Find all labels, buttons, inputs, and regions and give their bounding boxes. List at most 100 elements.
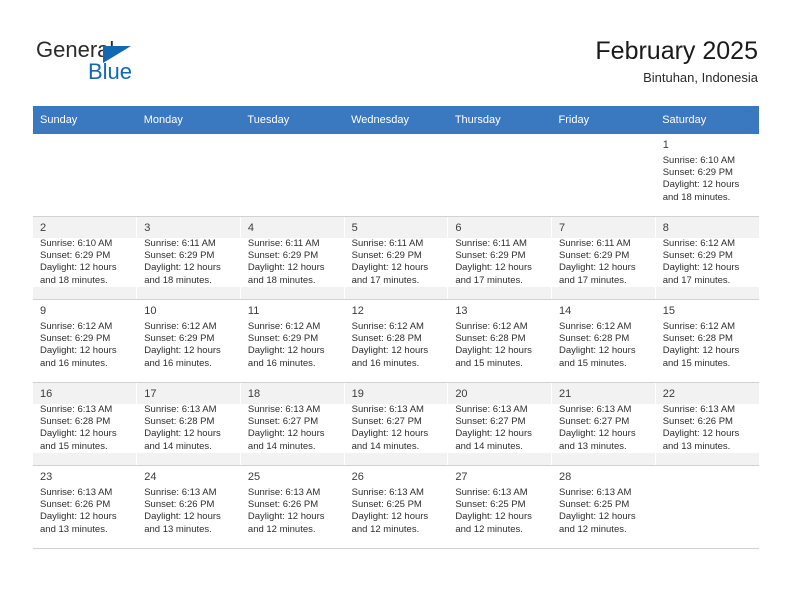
calendar-day-cell[interactable]: 14 Sunrise: 6:12 AM Sunset: 6:28 PM Dayligh… [551,299,656,383]
calendar-day-cell[interactable]: 11 Sunrise: 6:12 AM Sunset: 6:29 PM Dayligh… [240,299,345,383]
daylight-text-cont: and 13 minutes. [559,440,627,452]
sunrise-text: Sunrise: 6:10 AM [662,155,736,166]
daylight-text: Daylight: 12 hours [455,511,532,523]
weekday-header-thursday: Thursday [447,106,552,134]
calendar-day-cell[interactable]: 2 Sunrise: 6:10 AM Sunset: 6:29 PM Daylight… [33,216,138,300]
day-details: Sunrise: 6:13 AM Sunset: 6:28 PM Daylight:… [33,404,137,453]
calendar-day-cell[interactable]: 20 Sunrise: 6:13 AM Sunset: 6:27 PM Dayligh… [447,382,553,466]
sunrise-text: Sunrise: 6:12 AM [40,321,113,332]
page-header: General Blue February 2025 Bintuhan, Ind… [0,0,792,106]
calendar-day-cell[interactable]: 19 Sunrise: 6:13 AM Sunset: 6:27 PM Dayligh… [344,382,449,466]
calendar-week-row: 2 Sunrise: 6:10 AM Sunset: 6:29 PM Daylight… [33,216,759,300]
day-number: 20 [455,388,468,400]
day-details: Sunrise: 6:10 AM Sunset: 6:29 PM Daylight:… [655,155,759,204]
page-subtitle: Bintuhan, Indonesia [643,70,758,85]
sunset-text: Sunset: 6:27 PM [455,416,526,428]
sunset-text: Sunset: 6:26 PM [40,499,111,511]
weekday-header-saturday: Saturday [655,106,759,134]
sunrise-text: Sunrise: 6:10 AM [40,238,113,249]
daylight-text-cont: and 15 minutes. [40,440,108,452]
calendar-day-cell[interactable]: 27 Sunrise: 6:13 AM Sunset: 6:25 PM Dayligh… [447,465,553,549]
daylight-text: Daylight: 12 hours [144,262,221,274]
calendar-day-cell[interactable]: 7 Sunrise: 6:11 AM Sunset: 6:29 PM Daylight… [551,216,656,300]
sunset-text: Sunset: 6:27 PM [351,416,422,428]
sunrise-text: Sunrise: 6:12 AM [455,321,528,332]
daylight-text: Daylight: 12 hours [455,262,532,274]
sunset-text: Sunset: 6:29 PM [559,250,630,262]
daylight-text-cont: and 12 minutes. [351,523,420,535]
calendar-table: Sunday Monday Tuesday Wednesday Thursday Frid… [33,106,759,549]
day-cell-inner: 11 Sunrise: 6:12 AM Sunset: 6:29 PM Dayligh… [240,300,344,382]
general-blue-logo[interactable]: General Blue [36,38,236,86]
day-cell-inner: 18 Sunrise: 6:13 AM Sunset: 6:27 PM Dayligh… [240,383,344,465]
daylight-text-cont: and 14 minutes. [351,440,420,452]
sunrise-text: Sunrise: 6:13 AM [455,487,528,498]
day-number: 15 [662,305,675,317]
day-details: Sunrise: 6:13 AM Sunset: 6:25 PM Daylight:… [344,487,448,536]
calendar-day-cell[interactable]: 8 Sunrise: 6:12 AM Sunset: 6:29 PM Daylight… [655,216,759,300]
day-details: Sunrise: 6:11 AM Sunset: 6:29 PM Daylight:… [552,238,655,287]
calendar-day-cell[interactable]: 17 Sunrise: 6:13 AM Sunset: 6:28 PM Dayligh… [136,382,241,466]
calendar-day-cell[interactable]: 9 Sunrise: 6:12 AM Sunset: 6:29 PM Daylight… [33,299,138,383]
day-details: Sunrise: 6:13 AM Sunset: 6:27 PM Daylight:… [448,404,552,453]
daylight-text-cont: and 16 minutes. [40,357,108,369]
calendar-day-cell[interactable]: 23 Sunrise: 6:13 AM Sunset: 6:26 PM Dayligh… [33,465,138,549]
calendar-day-cell[interactable]: 18 Sunrise: 6:13 AM Sunset: 6:27 PM Dayligh… [240,382,345,466]
calendar-cell-empty [240,134,345,217]
day-details: Sunrise: 6:13 AM Sunset: 6:27 PM Daylight:… [552,404,655,453]
day-cell-inner: 4 Sunrise: 6:11 AM Sunset: 6:29 PM Daylight… [240,217,344,299]
calendar-day-cell[interactable]: 15 Sunrise: 6:12 AM Sunset: 6:28 PM Dayligh… [655,299,759,383]
sunset-text: Sunset: 6:27 PM [247,416,319,428]
day-details: Sunrise: 6:12 AM Sunset: 6:28 PM Daylight:… [344,321,448,370]
day-number: 27 [455,471,468,483]
day-details: Sunrise: 6:12 AM Sunset: 6:29 PM Daylight:… [137,321,240,370]
calendar-day-cell[interactable]: 16 Sunrise: 6:13 AM Sunset: 6:28 PM Dayligh… [33,382,138,466]
calendar-day-cell[interactable]: 3 Sunrise: 6:11 AM Sunset: 6:29 PM Daylight… [136,216,241,300]
daylight-text: Daylight: 12 hours [247,345,325,357]
day-details: Sunrise: 6:13 AM Sunset: 6:25 PM Daylight:… [448,487,552,536]
daylight-text-cont: and 12 minutes. [559,523,627,535]
daylight-text: Daylight: 12 hours [247,428,325,440]
day-cell-inner: 17 Sunrise: 6:13 AM Sunset: 6:28 PM Dayligh… [137,383,240,465]
day-cell-inner: 27 Sunrise: 6:13 AM Sunset: 6:25 PM Dayligh… [448,466,552,548]
calendar-day-cell[interactable]: 22 Sunrise: 6:13 AM Sunset: 6:26 PM Dayligh… [655,382,759,466]
calendar-body: 1 Sunrise: 6:10 AM Sunset: 6:29 PM Daylight… [33,134,759,549]
sunrise-text: Sunrise: 6:13 AM [351,487,424,498]
calendar-day-cell[interactable]: 26 Sunrise: 6:13 AM Sunset: 6:25 PM Dayligh… [344,465,449,549]
calendar-day-cell[interactable]: 4 Sunrise: 6:11 AM Sunset: 6:29 PM Daylight… [240,216,345,300]
day-cell-inner: 2 Sunrise: 6:10 AM Sunset: 6:29 PM Daylight… [33,217,137,299]
daylight-text: Daylight: 12 hours [40,345,117,357]
logo-text-blue: Blue [88,59,133,84]
sunrise-text: Sunrise: 6:13 AM [40,487,113,498]
day-number [656,466,759,487]
day-details: Sunrise: 6:11 AM Sunset: 6:29 PM Daylight:… [344,238,448,287]
day-cell-inner [137,134,240,216]
sunrise-text: Sunrise: 6:13 AM [144,487,217,498]
calendar-day-cell[interactable]: 13 Sunrise: 6:12 AM Sunset: 6:28 PM Dayligh… [447,299,553,383]
day-details: Sunrise: 6:10 AM Sunset: 6:29 PM Daylight:… [33,238,137,287]
calendar-day-cell[interactable]: 5 Sunrise: 6:11 AM Sunset: 6:29 PM Daylight… [344,216,449,300]
calendar-cell-empty [655,465,759,549]
sunrise-text: Sunrise: 6:12 AM [144,321,217,332]
page-title: February 2025 [595,37,758,65]
calendar-day-cell[interactable]: 21 Sunrise: 6:13 AM Sunset: 6:27 PM Dayligh… [551,382,656,466]
day-details: Sunrise: 6:12 AM Sunset: 6:28 PM Daylight:… [448,321,552,370]
calendar-day-cell[interactable]: 12 Sunrise: 6:12 AM Sunset: 6:28 PM Dayligh… [344,299,449,383]
calendar-day-cell[interactable]: 28 Sunrise: 6:13 AM Sunset: 6:25 PM Dayligh… [551,465,656,549]
sunrise-text: Sunrise: 6:11 AM [455,238,527,249]
calendar-day-cell[interactable]: 24 Sunrise: 6:13 AM Sunset: 6:26 PM Dayligh… [136,465,241,549]
calendar-day-cell[interactable]: 10 Sunrise: 6:12 AM Sunset: 6:29 PM Dayligh… [136,299,241,383]
calendar-week-row: 23 Sunrise: 6:13 AM Sunset: 6:26 PM Dayligh… [33,465,759,549]
day-cell-inner: 25 Sunrise: 6:13 AM Sunset: 6:26 PM Dayligh… [240,466,344,548]
day-number: 23 [40,471,53,483]
weekday-header-monday: Monday [136,106,241,134]
calendar-day-cell[interactable]: 25 Sunrise: 6:13 AM Sunset: 6:26 PM Dayligh… [240,465,345,549]
day-cell-inner: 1 Sunrise: 6:10 AM Sunset: 6:29 PM Daylight… [655,134,759,216]
calendar-week-row: 1 Sunrise: 6:10 AM Sunset: 6:29 PM Daylight… [33,134,759,217]
calendar-day-cell[interactable]: 6 Sunrise: 6:11 AM Sunset: 6:29 PM Daylight… [447,216,553,300]
sunrise-text: Sunrise: 6:13 AM [247,404,321,415]
day-number: 3 [144,222,151,234]
daylight-text: Daylight: 12 hours [40,262,117,274]
daylight-text-cont: and 17 minutes. [559,274,627,286]
calendar-day-cell[interactable]: 1 Sunrise: 6:10 AM Sunset: 6:29 PM Daylight… [655,134,759,217]
